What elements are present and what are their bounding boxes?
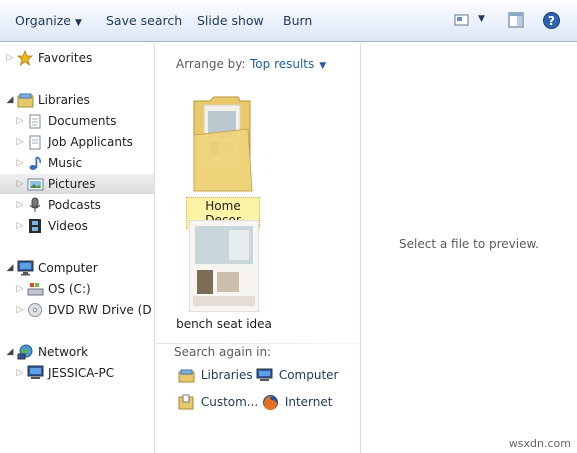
nav-item-label: JESSICA-PC [48,366,115,380]
computer-icon [256,368,273,381]
image-thumbnail [189,220,259,312]
podcast-microphone-icon [29,197,41,212]
chevron-down-icon: ▼ [75,18,82,28]
nav-item-label: Job Applicants [48,135,133,149]
documents-icon [29,135,41,150]
watermark: wsxdn.com [508,437,571,450]
slide-show-button[interactable]: Slide show [197,13,264,28]
expand-arrow-icon[interactable]: ▷ [14,300,26,320]
nav-item-label: DVD RW Drive (D:) A [48,303,152,317]
file-item-bench-seat-idea[interactable]: bench seat idea [176,220,272,331]
preview-pane-button[interactable] [508,12,524,28]
preview-message: Select a file to preview. [399,237,539,251]
libraries-icon [178,369,195,383]
navigation-pane: ▷ Favorites ◢ Libraries ▷ Documents ▷ Jo… [0,43,155,453]
search-computer-link[interactable]: Computer [256,368,338,383]
arrange-by-label: Arrange by: [176,57,246,71]
command-bar: Organize ▼ Save search Slide show Burn ▼ … [0,0,577,42]
nav-libraries[interactable]: ◢ Libraries [4,90,152,110]
expand-arrow-icon[interactable]: ▷ [14,174,26,194]
search-location-label: Libraries [200,368,253,382]
film-strip-icon [29,219,41,233]
nav-music[interactable]: ▷ Music [14,153,152,173]
divider [156,343,360,344]
nav-jessica-pc[interactable]: ▷ JESSICA-PC [14,363,152,383]
svg-text:?: ? [548,14,555,28]
documents-icon [29,114,41,129]
expand-arrow-icon[interactable]: ▷ [14,153,26,173]
organize-button[interactable]: Organize ▼ [15,13,82,28]
nav-job-applicants[interactable]: ▷ Job Applicants [14,132,152,152]
nav-item-label: Documents [48,114,117,128]
expand-arrow-icon[interactable]: ▷ [14,363,26,383]
search-location-label: Internet [284,395,333,409]
nav-dvd-drive[interactable]: ▷ DVD RW Drive (D:) A [14,300,152,320]
nav-documents[interactable]: ▷ Documents [14,111,152,131]
search-libraries-link[interactable]: Libraries [178,368,253,383]
firefox-icon [263,395,278,410]
music-note-icon [29,156,41,170]
collapse-arrow-icon[interactable]: ◢ [4,258,16,278]
expand-arrow-icon[interactable]: ▷ [14,132,26,152]
nav-network-label: Network [38,345,89,359]
preview-pane-icon [508,12,524,28]
collapse-arrow-icon[interactable]: ◢ [4,342,16,362]
file-list-pane: Arrange by: Top results ▼ Home Decor benc… [156,43,360,453]
search-location-label: Computer [278,368,339,382]
nav-item-label: OS (C:) [48,282,91,296]
help-icon: ? [543,12,560,29]
nav-item-label: Music [48,156,83,170]
nav-os-drive[interactable]: ▷ OS (C:) [14,279,152,299]
nav-favorites[interactable]: ▷ Favorites [4,48,152,68]
search-internet-link[interactable]: Internet [262,394,332,411]
nav-favorites-label: Favorites [38,51,93,65]
nav-item-label: Pictures [48,177,96,191]
libraries-icon [17,93,34,108]
search-custom-link[interactable]: Custom... [178,394,258,410]
chevron-down-icon: ▼ [319,61,327,71]
nav-pictures[interactable]: ▷ Pictures [0,174,154,194]
nav-item-label: Videos [48,219,88,233]
folder-item-home-decor[interactable]: Home Decor [186,95,260,229]
pictures-icon [27,178,44,191]
preview-pane: Select a file to preview. [360,43,577,453]
network-globe-icon [17,344,33,360]
view-options-chevron-icon[interactable]: ▼ [478,14,485,24]
file-item-label: bench seat idea [176,317,272,331]
star-icon [17,50,33,66]
change-view-button[interactable] [454,12,470,27]
arrange-by-dropdown[interactable]: Top results ▼ [250,57,326,71]
custom-folder-icon [178,394,194,410]
nav-libraries-label: Libraries [38,93,90,107]
nav-item-label: Podcasts [48,198,101,212]
expand-arrow-icon[interactable]: ▷ [14,216,26,236]
collapse-arrow-icon[interactable]: ◢ [4,90,16,110]
help-button[interactable]: ? [543,12,560,29]
save-search-button[interactable]: Save search [106,13,182,28]
hard-drive-icon [27,283,44,296]
dvd-drive-icon [28,303,42,317]
nav-network[interactable]: ◢ Network [4,342,152,362]
arrange-by-value: Top results [250,57,315,71]
folder-icon [193,96,253,192]
search-location-label: Custom... [200,394,259,409]
computer-icon [27,365,44,379]
burn-button[interactable]: Burn [283,13,312,28]
nav-computer-label: Computer [38,261,98,275]
expand-arrow-icon[interactable]: ▷ [14,195,26,215]
search-again-label: Search again in: [174,345,272,359]
expand-arrow-icon[interactable]: ▷ [4,48,16,68]
nav-computer[interactable]: ◢ Computer [4,258,152,278]
nav-podcasts[interactable]: ▷ Podcasts [14,195,152,215]
expand-arrow-icon[interactable]: ▷ [14,279,26,299]
computer-icon [17,260,34,276]
organize-label: Organize [15,13,71,28]
nav-videos[interactable]: ▷ Videos [14,216,152,236]
expand-arrow-icon[interactable]: ▷ [14,111,26,131]
view-icon [454,14,469,25]
